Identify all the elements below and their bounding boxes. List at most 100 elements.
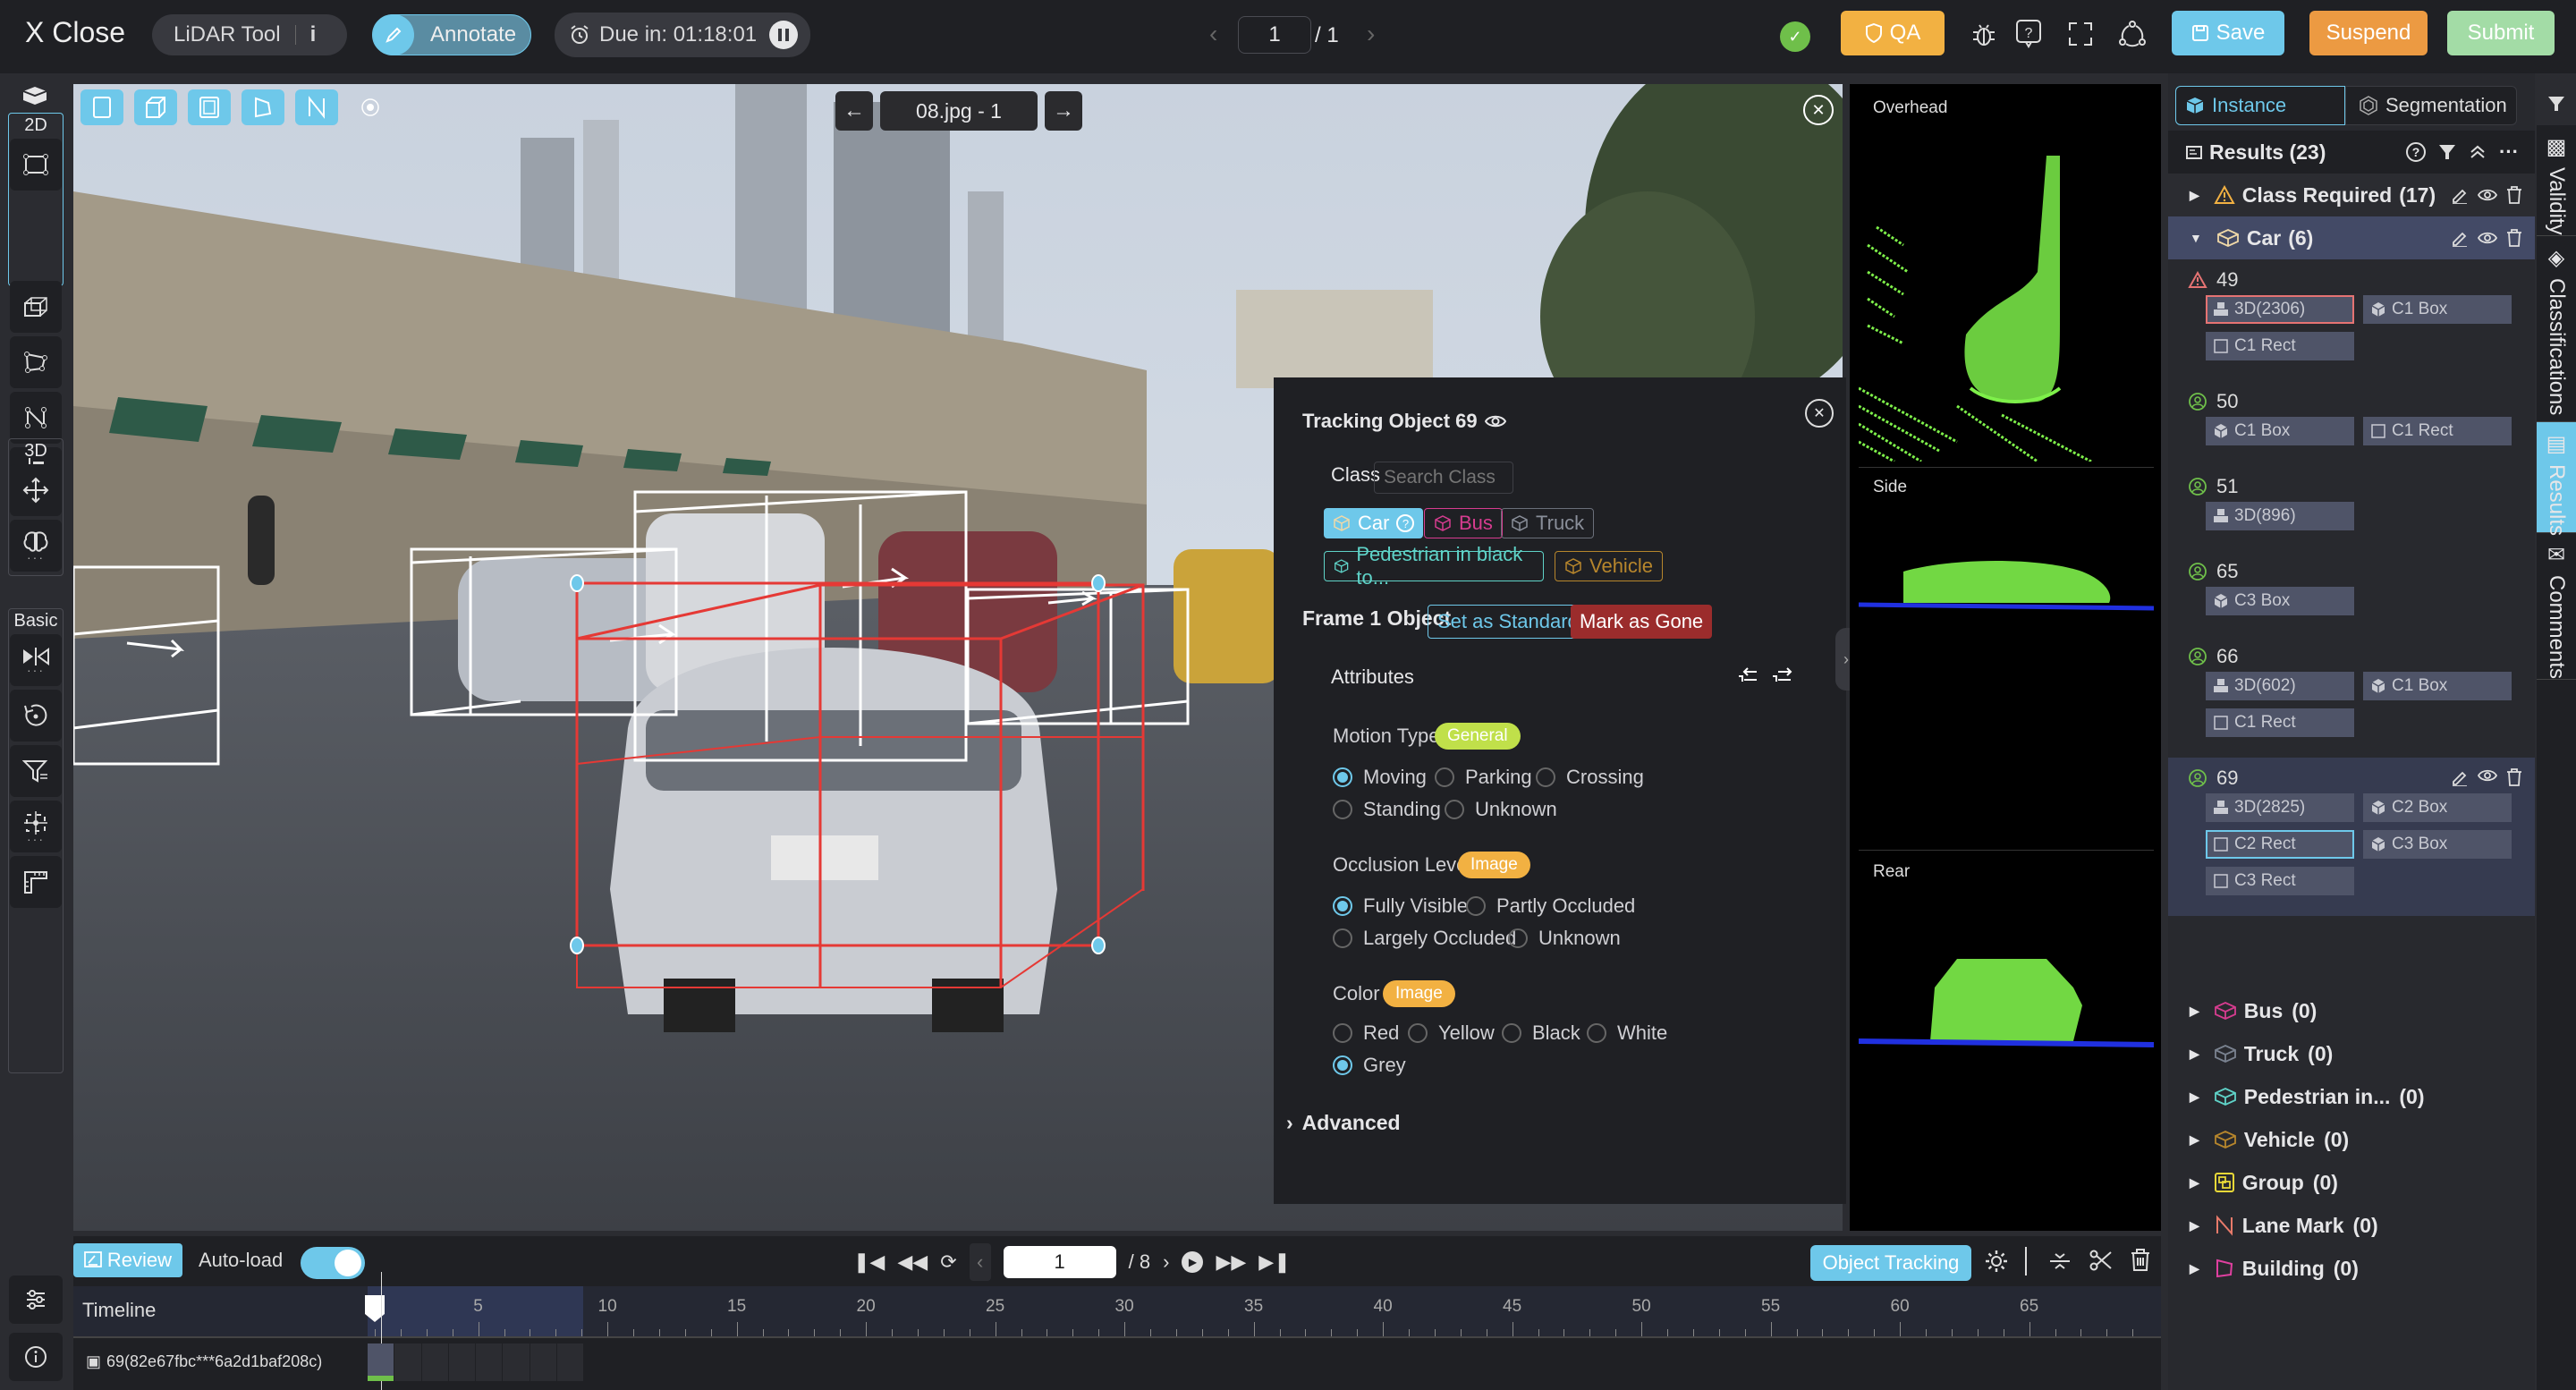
- collapse-arrow-icon[interactable]: ▼: [2190, 231, 2202, 245]
- class-row-pedestrian-in[interactable]: ▶ Pedestrian in... (0): [2168, 1075, 2535, 1118]
- track-frame-cell[interactable]: [394, 1343, 421, 1381]
- ai-tool-button[interactable]: ···: [10, 520, 62, 572]
- submit-button[interactable]: Submit: [2447, 11, 2555, 55]
- close-image-button[interactable]: ✕: [1803, 95, 1834, 125]
- object-item[interactable]: 65 C3 Box: [2168, 551, 2535, 636]
- track-frame-cell[interactable]: [476, 1343, 503, 1381]
- object-item[interactable]: 50 C1 Box C1 Rect: [2168, 381, 2535, 466]
- expand-arrow-icon[interactable]: ▶: [2190, 1089, 2199, 1105]
- track-frame-cell[interactable]: [530, 1343, 556, 1381]
- canvas-rect-button[interactable]: [80, 89, 123, 125]
- play-icon[interactable]: ▶: [1182, 1251, 1204, 1273]
- annotation-chip[interactable]: 3D(2306): [2206, 295, 2354, 324]
- info-icon[interactable]: i: [310, 22, 317, 47]
- annotation-chip[interactable]: C3 Rect: [2206, 867, 2354, 895]
- set-as-standard-button[interactable]: Set as Standard: [1428, 605, 1589, 639]
- radio-partly-occluded[interactable]: Partly Occluded: [1466, 894, 1635, 918]
- track-frame-cell[interactable]: [421, 1343, 448, 1381]
- crosshair-tool-button[interactable]: ···: [10, 801, 62, 852]
- class-row-bus[interactable]: ▶ Bus (0): [2168, 989, 2535, 1032]
- annotation-chip[interactable]: C3 Box: [2206, 587, 2354, 615]
- expand-arrow-icon[interactable]: ▶: [2190, 1218, 2199, 1233]
- filter-tool-button[interactable]: [10, 745, 62, 797]
- annotation-chip[interactable]: C1 Box: [2363, 295, 2512, 324]
- canvas-cuboid-button[interactable]: [134, 89, 177, 125]
- expand-arrow-icon[interactable]: ▶: [2190, 1132, 2199, 1148]
- mark-as-gone-button[interactable]: Mark as Gone: [1571, 605, 1713, 639]
- tab-instance[interactable]: Instance: [2175, 86, 2345, 125]
- class-tag-vehicle[interactable]: Vehicle: [1555, 551, 1663, 581]
- radio-yellow[interactable]: Yellow: [1408, 1021, 1495, 1045]
- edit-icon[interactable]: [2451, 186, 2469, 204]
- class-tag-bus[interactable]: Bus: [1424, 508, 1503, 538]
- expand-arrow-icon[interactable]: ▶: [2190, 1047, 2199, 1062]
- class-tag-car[interactable]: Car ?: [1324, 508, 1424, 538]
- annotation-chip[interactable]: C1 Rect: [2206, 332, 2354, 360]
- timeline-ruler[interactable]: Timeline 5 10 15 20 25 30 35 40 45 50 55 60 65: [73, 1286, 2161, 1336]
- autoload-toggle[interactable]: [301, 1247, 365, 1279]
- advanced-section-toggle[interactable]: › Advanced: [1286, 1111, 1401, 1135]
- trash-icon[interactable]: [2506, 768, 2522, 786]
- radio-grey[interactable]: Grey: [1333, 1054, 1406, 1077]
- track-frame-cell[interactable]: [503, 1343, 530, 1381]
- prev-frame-button[interactable]: ‹: [969, 1243, 991, 1281]
- page-input[interactable]: 1: [1238, 16, 1311, 54]
- last-frame-icon[interactable]: ▶❚: [1258, 1250, 1290, 1274]
- expand-arrow-icon[interactable]: ▶: [2190, 188, 2199, 203]
- frame-input[interactable]: 1: [1003, 1246, 1116, 1278]
- canvas-polyline-button[interactable]: [295, 89, 338, 125]
- track-frame-cell[interactable]: [448, 1343, 475, 1381]
- flip-tool-button[interactable]: ···: [10, 634, 62, 686]
- annotation-chip[interactable]: 3D(2825): [2206, 793, 2354, 822]
- annotation-chip[interactable]: C1 Rect: [2206, 708, 2354, 737]
- fast-forward-icon[interactable]: ▶▶: [1216, 1250, 1246, 1274]
- cube-view-icon[interactable]: [21, 86, 48, 106]
- expand-arrow-icon[interactable]: ▶: [2190, 1004, 2199, 1019]
- class-row-building[interactable]: ▶ Building (0): [2168, 1247, 2535, 1290]
- object-tracking-button[interactable]: Object Tracking: [1810, 1245, 1971, 1281]
- car-class-row[interactable]: ▼ Car (6): [2168, 216, 2535, 259]
- object-item[interactable]: 49 3D(2306) C1 Box C1 Rect: [2168, 259, 2535, 381]
- rect-tool-button[interactable]: [10, 139, 62, 191]
- radio-fully-visible[interactable]: Fully Visible: [1333, 894, 1468, 918]
- first-frame-icon[interactable]: ❚◀: [853, 1250, 885, 1274]
- reset-view-button[interactable]: [10, 690, 62, 742]
- radio-largely-occluded[interactable]: Largely Occluded: [1333, 927, 1516, 950]
- annotation-chip[interactable]: 3D(602): [2206, 672, 2354, 700]
- close-panel-button[interactable]: ✕: [1805, 399, 1834, 428]
- side-tab-validity[interactable]: ▩ Validity: [2537, 125, 2576, 236]
- class-required-row[interactable]: ▶ Class Required (17): [2168, 174, 2535, 216]
- edit-icon[interactable]: [2451, 229, 2469, 247]
- class-row-truck[interactable]: ▶ Truck (0): [2168, 1032, 2535, 1075]
- save-button[interactable]: Save: [2172, 11, 2284, 55]
- close-button[interactable]: X Close: [25, 16, 125, 49]
- annotation-chip[interactable]: C1 Box: [2363, 672, 2512, 700]
- radio-motion-unknown[interactable]: Unknown: [1445, 798, 1557, 821]
- settings-sliders-button[interactable]: [9, 1276, 63, 1324]
- class-tag-truck[interactable]: Truck: [1501, 508, 1595, 538]
- trash-icon[interactable]: [2506, 229, 2522, 247]
- side-tab-classifications[interactable]: ◈ Classifications: [2537, 236, 2576, 422]
- object-item[interactable]: 51 3D(896): [2168, 466, 2535, 551]
- workflow-icon[interactable]: [2114, 16, 2150, 52]
- annotation-chip[interactable]: 3D(896): [2206, 502, 2354, 530]
- annotation-chip[interactable]: C1 Box: [2206, 417, 2354, 445]
- copy-attrs-next-icon[interactable]: [1771, 665, 1792, 685]
- trash-icon[interactable]: [2131, 1249, 2150, 1272]
- copy-attrs-prev-icon[interactable]: [1737, 665, 1758, 685]
- eye-icon[interactable]: [1484, 413, 1506, 429]
- overhead-view[interactable]: Overhead: [1850, 84, 2161, 468]
- eye-icon[interactable]: [2478, 231, 2497, 245]
- trash-icon[interactable]: [2506, 186, 2522, 204]
- move-tool-button[interactable]: [10, 464, 62, 516]
- help-icon[interactable]: ?: [1396, 514, 1415, 532]
- object-item[interactable]: 69 3D(2825) C2 Box C2 Rect C3 Box C3 Rect: [2168, 758, 2535, 916]
- radio-red[interactable]: Red: [1333, 1021, 1399, 1045]
- prev-image-button[interactable]: ←: [835, 91, 873, 131]
- info-button[interactable]: [9, 1333, 63, 1381]
- class-row-group[interactable]: ▶ Group (0): [2168, 1161, 2535, 1204]
- radio-white[interactable]: White: [1587, 1021, 1667, 1045]
- rewind-icon[interactable]: ◀◀: [897, 1250, 928, 1274]
- canvas-polygon-button[interactable]: [242, 89, 284, 125]
- side-view[interactable]: Side: [1850, 469, 2161, 852]
